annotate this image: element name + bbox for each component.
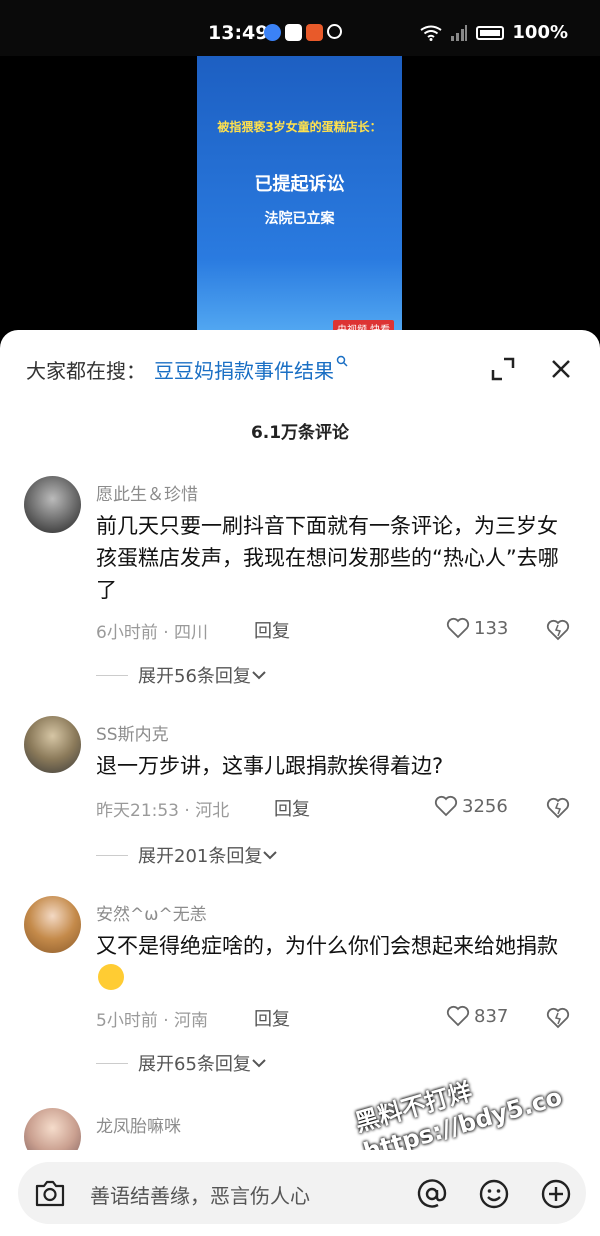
reply-button[interactable]: 回复 (254, 1005, 290, 1031)
comment-username[interactable]: 愿此生＆珍惜 (96, 480, 198, 505)
search-icon[interactable] (336, 355, 348, 367)
avatar[interactable] (24, 896, 81, 953)
dislike-icon[interactable] (546, 796, 570, 820)
like-button[interactable]: 837 (446, 1005, 508, 1027)
avatar[interactable] (24, 476, 81, 533)
video-caption-line1: 被指猥亵3岁女童的蛋糕店长： (217, 120, 382, 134)
laughing-emoji-icon (98, 964, 124, 990)
dislike-icon[interactable] (546, 1006, 570, 1030)
video-caption-line2: 已提起诉讼 (254, 174, 345, 195)
browser-app-icon (264, 24, 281, 41)
expand-replies[interactable]: 展开65条回复 (96, 1050, 267, 1076)
expand-replies[interactable]: 展开56条回复 (96, 662, 267, 688)
emoji-icon[interactable] (478, 1178, 510, 1210)
comment-count: 6.1万条评论 (250, 423, 350, 443)
comment-text: 退一万步讲，这事儿跟捐款挨得着边? (96, 754, 444, 778)
like-count: 3256 (462, 795, 508, 817)
status-time: 13:49 (208, 22, 269, 44)
wifi-icon (420, 25, 442, 41)
shopping-app-icon (306, 24, 323, 41)
add-icon[interactable] (540, 1178, 572, 1210)
battery-level: 100% (512, 22, 568, 43)
chevron-down-icon (252, 1059, 266, 1068)
status-bar: 13:49 100% (0, 0, 600, 56)
signal-icon (451, 24, 468, 41)
comment-username[interactable]: 安然^ω^无恙 (96, 900, 207, 925)
expand-replies-label: 展开201条回复 (138, 846, 263, 867)
like-button[interactable]: 3256 (434, 795, 508, 817)
search-suggestion-row: 大家都在搜： 豆豆妈捐款事件结果 (26, 352, 574, 386)
heart-icon (446, 1005, 470, 1027)
comment-input-bar: 善语结善缘，恶言伤人心 (0, 1150, 600, 1236)
battery-icon (476, 25, 505, 40)
comment-username[interactable]: SS斯内克 (96, 720, 169, 745)
message-app-icon (285, 24, 302, 41)
heart-icon (434, 795, 458, 817)
comment-text-body: 又不是得绝症啥的，为什么你们会想起来给她捐款 (96, 934, 558, 958)
reply-button[interactable]: 回复 (254, 617, 290, 643)
video-frame[interactable]: 被指猥亵3岁女童的蛋糕店长： 已提起诉讼 法院已立案 央视频 快看 (197, 56, 402, 346)
search-label: 大家都在搜： (26, 358, 146, 383)
reply-button[interactable]: 回复 (274, 795, 310, 821)
heart-icon (446, 617, 470, 639)
comment-username[interactable]: 龙凤胎嘛咪 (96, 1112, 181, 1137)
expand-replies-label: 展开65条回复 (138, 1054, 251, 1075)
comment-input[interactable]: 善语结善缘，恶言伤人心 (18, 1162, 586, 1224)
like-count: 133 (474, 617, 509, 639)
comment-text: 前几天只要一刷抖音下面就有一条评论，为三岁女孩蛋糕店发声，我现在想问发那些的“热… (96, 514, 559, 602)
like-button[interactable]: 133 (446, 617, 508, 639)
alert-icon (327, 24, 342, 39)
video-caption-line3: 法院已立案 (264, 211, 335, 227)
expand-icon[interactable] (490, 356, 516, 382)
search-suggestion-link[interactable]: 豆豆妈捐款事件结果 (154, 355, 334, 384)
comment-input-placeholder[interactable]: 善语结善缘，恶言伤人心 (90, 1180, 310, 1209)
comment-meta: 6小时前 · 四川 (96, 623, 209, 643)
notification-icons (264, 24, 342, 41)
status-right: 100% (420, 22, 568, 43)
comment-meta: 5小时前 · 河南 (96, 1011, 209, 1031)
divider (96, 854, 128, 856)
chevron-down-icon (252, 671, 266, 680)
divider (96, 1062, 128, 1064)
close-icon[interactable] (548, 356, 574, 382)
avatar[interactable] (24, 716, 81, 773)
expand-replies[interactable]: 展开201条回复 (96, 842, 278, 868)
divider (96, 674, 128, 676)
chevron-down-icon (263, 851, 278, 860)
dislike-icon[interactable] (546, 618, 570, 642)
camera-icon[interactable] (34, 1178, 66, 1208)
comment-meta: 昨天21:53 · 河北 (96, 801, 230, 821)
expand-replies-label: 展开56条回复 (138, 666, 251, 687)
like-count: 837 (474, 1005, 509, 1027)
video-area[interactable]: 被指猥亵3岁女童的蛋糕店长： 已提起诉讼 法院已立案 央视频 快看 (0, 56, 600, 356)
mention-icon[interactable] (416, 1178, 448, 1210)
comment-text: 又不是得绝症啥的，为什么你们会想起来给她捐款 (96, 930, 574, 994)
